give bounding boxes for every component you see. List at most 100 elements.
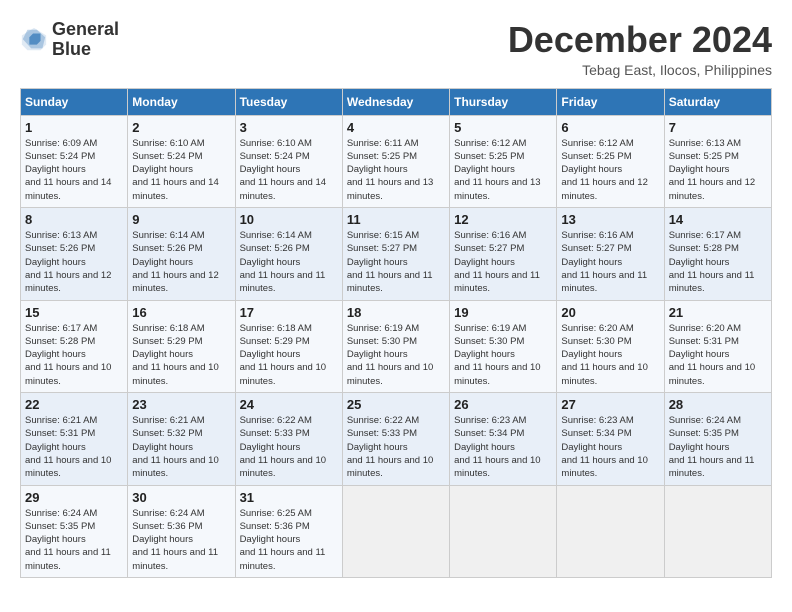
day-info: Sunrise: 6:22 AMSunset: 5:33 PMDaylight … xyxy=(240,414,338,480)
weekday-header: Sunday xyxy=(21,88,128,115)
day-info: Sunrise: 6:20 AMSunset: 5:30 PMDaylight … xyxy=(561,322,659,388)
day-number: 30 xyxy=(132,490,230,505)
day-number: 4 xyxy=(347,120,445,135)
calendar-cell: 20 Sunrise: 6:20 AMSunset: 5:30 PMDayligh… xyxy=(557,300,664,392)
calendar-cell: 12 Sunrise: 6:16 AMSunset: 5:27 PMDayligh… xyxy=(450,208,557,300)
day-info: Sunrise: 6:12 AMSunset: 5:25 PMDaylight … xyxy=(561,137,659,203)
day-info: Sunrise: 6:19 AMSunset: 5:30 PMDaylight … xyxy=(347,322,445,388)
day-number: 17 xyxy=(240,305,338,320)
day-info: Sunrise: 6:09 AMSunset: 5:24 PMDaylight … xyxy=(25,137,123,203)
day-number: 31 xyxy=(240,490,338,505)
calendar-week-row: 29 Sunrise: 6:24 AMSunset: 5:35 PMDayligh… xyxy=(21,485,772,577)
calendar-cell: 28Sunrise: 6:24 AMSunset: 5:35 PMDayligh… xyxy=(664,393,771,485)
day-info: Sunrise: 6:18 AMSunset: 5:29 PMDaylight … xyxy=(240,322,338,388)
calendar-cell: 25 Sunrise: 6:22 AMSunset: 5:33 PMDayligh… xyxy=(342,393,449,485)
day-info: Sunrise: 6:24 AMSunset: 5:35 PMDaylight … xyxy=(25,507,123,573)
day-info: Sunrise: 6:17 AMSunset: 5:28 PMDaylight … xyxy=(669,229,767,295)
calendar-cell: 26Sunrise: 6:23 AMSunset: 5:34 PMDayligh… xyxy=(450,393,557,485)
day-number: 24 xyxy=(240,397,338,412)
calendar-cell: 10 Sunrise: 6:14 AMSunset: 5:26 PMDayligh… xyxy=(235,208,342,300)
day-number: 19 xyxy=(454,305,552,320)
calendar-cell: 1 Sunrise: 6:09 AMSunset: 5:24 PMDaylight… xyxy=(21,115,128,207)
calendar-cell: 21 Sunrise: 6:20 AMSunset: 5:31 PMDayligh… xyxy=(664,300,771,392)
calendar-week-row: 15Sunrise: 6:17 AMSunset: 5:28 PMDayligh… xyxy=(21,300,772,392)
day-number: 21 xyxy=(669,305,767,320)
day-info: Sunrise: 6:11 AMSunset: 5:25 PMDaylight … xyxy=(347,137,445,203)
calendar-cell: 24 Sunrise: 6:22 AMSunset: 5:33 PMDayligh… xyxy=(235,393,342,485)
title-block: December 2024 Tebag East, Ilocos, Philip… xyxy=(508,20,772,78)
day-info: Sunrise: 6:12 AMSunset: 5:25 PMDaylight … xyxy=(454,137,552,203)
logo-line1: General xyxy=(52,20,119,40)
calendar-cell: 11 Sunrise: 6:15 AMSunset: 5:27 PMDayligh… xyxy=(342,208,449,300)
day-number: 11 xyxy=(347,212,445,227)
calendar-cell: 2 Sunrise: 6:10 AMSunset: 5:24 PMDaylight… xyxy=(128,115,235,207)
logo-line2: Blue xyxy=(52,40,119,60)
day-number: 13 xyxy=(561,212,659,227)
calendar-cell: 19 Sunrise: 6:19 AMSunset: 5:30 PMDayligh… xyxy=(450,300,557,392)
day-number: 2 xyxy=(132,120,230,135)
day-info: Sunrise: 6:24 AMSunset: 5:36 PMDaylight … xyxy=(132,507,230,573)
calendar-week-row: 8Sunrise: 6:13 AMSunset: 5:26 PMDaylight… xyxy=(21,208,772,300)
day-info: Sunrise: 6:15 AMSunset: 5:27 PMDaylight … xyxy=(347,229,445,295)
day-info: Sunrise: 6:10 AMSunset: 5:24 PMDaylight … xyxy=(132,137,230,203)
calendar-cell: 29 Sunrise: 6:24 AMSunset: 5:35 PMDayligh… xyxy=(21,485,128,577)
calendar-cell xyxy=(450,485,557,577)
month-title: December 2024 xyxy=(508,20,772,60)
day-number: 20 xyxy=(561,305,659,320)
calendar-cell: 18 Sunrise: 6:19 AMSunset: 5:30 PMDayligh… xyxy=(342,300,449,392)
day-info: Sunrise: 6:23 AMSunset: 5:34 PMDaylight … xyxy=(454,414,552,480)
calendar-cell: 27Sunrise: 6:23 AMSunset: 5:34 PMDayligh… xyxy=(557,393,664,485)
calendar-cell: 8Sunrise: 6:13 AMSunset: 5:26 PMDaylight… xyxy=(21,208,128,300)
calendar-header-row: SundayMondayTuesdayWednesdayThursdayFrid… xyxy=(21,88,772,115)
day-number: 28 xyxy=(669,397,767,412)
location-subtitle: Tebag East, Ilocos, Philippines xyxy=(508,62,772,78)
logo: General Blue xyxy=(20,20,119,60)
calendar-cell: 5 Sunrise: 6:12 AMSunset: 5:25 PMDaylight… xyxy=(450,115,557,207)
day-number: 27 xyxy=(561,397,659,412)
calendar-cell xyxy=(557,485,664,577)
calendar-cell: 17 Sunrise: 6:18 AMSunset: 5:29 PMDayligh… xyxy=(235,300,342,392)
weekday-header: Tuesday xyxy=(235,88,342,115)
calendar-cell: 13Sunrise: 6:16 AMSunset: 5:27 PMDayligh… xyxy=(557,208,664,300)
day-info: Sunrise: 6:25 AMSunset: 5:36 PMDaylight … xyxy=(240,507,338,573)
calendar-table: SundayMondayTuesdayWednesdayThursdayFrid… xyxy=(20,88,772,578)
page-header: General Blue December 2024 Tebag East, I… xyxy=(20,20,772,78)
day-info: Sunrise: 6:13 AMSunset: 5:25 PMDaylight … xyxy=(669,137,767,203)
day-number: 25 xyxy=(347,397,445,412)
day-number: 1 xyxy=(25,120,123,135)
calendar-cell: 7Sunrise: 6:13 AMSunset: 5:25 PMDaylight… xyxy=(664,115,771,207)
day-info: Sunrise: 6:21 AMSunset: 5:32 PMDaylight … xyxy=(132,414,230,480)
calendar-cell: 6 Sunrise: 6:12 AMSunset: 5:25 PMDaylight… xyxy=(557,115,664,207)
day-number: 16 xyxy=(132,305,230,320)
weekday-header: Wednesday xyxy=(342,88,449,115)
day-number: 14 xyxy=(669,212,767,227)
day-info: Sunrise: 6:19 AMSunset: 5:30 PMDaylight … xyxy=(454,322,552,388)
day-number: 5 xyxy=(454,120,552,135)
calendar-body: 1 Sunrise: 6:09 AMSunset: 5:24 PMDaylight… xyxy=(21,115,772,577)
logo-icon xyxy=(20,26,48,54)
day-number: 29 xyxy=(25,490,123,505)
day-number: 10 xyxy=(240,212,338,227)
day-number: 18 xyxy=(347,305,445,320)
calendar-cell: 14 Sunrise: 6:17 AMSunset: 5:28 PMDayligh… xyxy=(664,208,771,300)
day-number: 3 xyxy=(240,120,338,135)
calendar-cell: 30 Sunrise: 6:24 AMSunset: 5:36 PMDayligh… xyxy=(128,485,235,577)
day-info: Sunrise: 6:22 AMSunset: 5:33 PMDaylight … xyxy=(347,414,445,480)
day-info: Sunrise: 6:14 AMSunset: 5:26 PMDaylight … xyxy=(240,229,338,295)
calendar-cell: 15Sunrise: 6:17 AMSunset: 5:28 PMDayligh… xyxy=(21,300,128,392)
day-info: Sunrise: 6:20 AMSunset: 5:31 PMDaylight … xyxy=(669,322,767,388)
day-number: 23 xyxy=(132,397,230,412)
day-info: Sunrise: 6:14 AMSunset: 5:26 PMDaylight … xyxy=(132,229,230,295)
day-info: Sunrise: 6:21 AMSunset: 5:31 PMDaylight … xyxy=(25,414,123,480)
calendar-cell: 4 Sunrise: 6:11 AMSunset: 5:25 PMDaylight… xyxy=(342,115,449,207)
weekday-header: Friday xyxy=(557,88,664,115)
day-info: Sunrise: 6:18 AMSunset: 5:29 PMDaylight … xyxy=(132,322,230,388)
day-info: Sunrise: 6:10 AMSunset: 5:24 PMDaylight … xyxy=(240,137,338,203)
calendar-cell: 22Sunrise: 6:21 AMSunset: 5:31 PMDayligh… xyxy=(21,393,128,485)
day-number: 6 xyxy=(561,120,659,135)
day-number: 8 xyxy=(25,212,123,227)
calendar-week-row: 22Sunrise: 6:21 AMSunset: 5:31 PMDayligh… xyxy=(21,393,772,485)
day-info: Sunrise: 6:16 AMSunset: 5:27 PMDaylight … xyxy=(454,229,552,295)
day-number: 12 xyxy=(454,212,552,227)
calendar-cell xyxy=(342,485,449,577)
